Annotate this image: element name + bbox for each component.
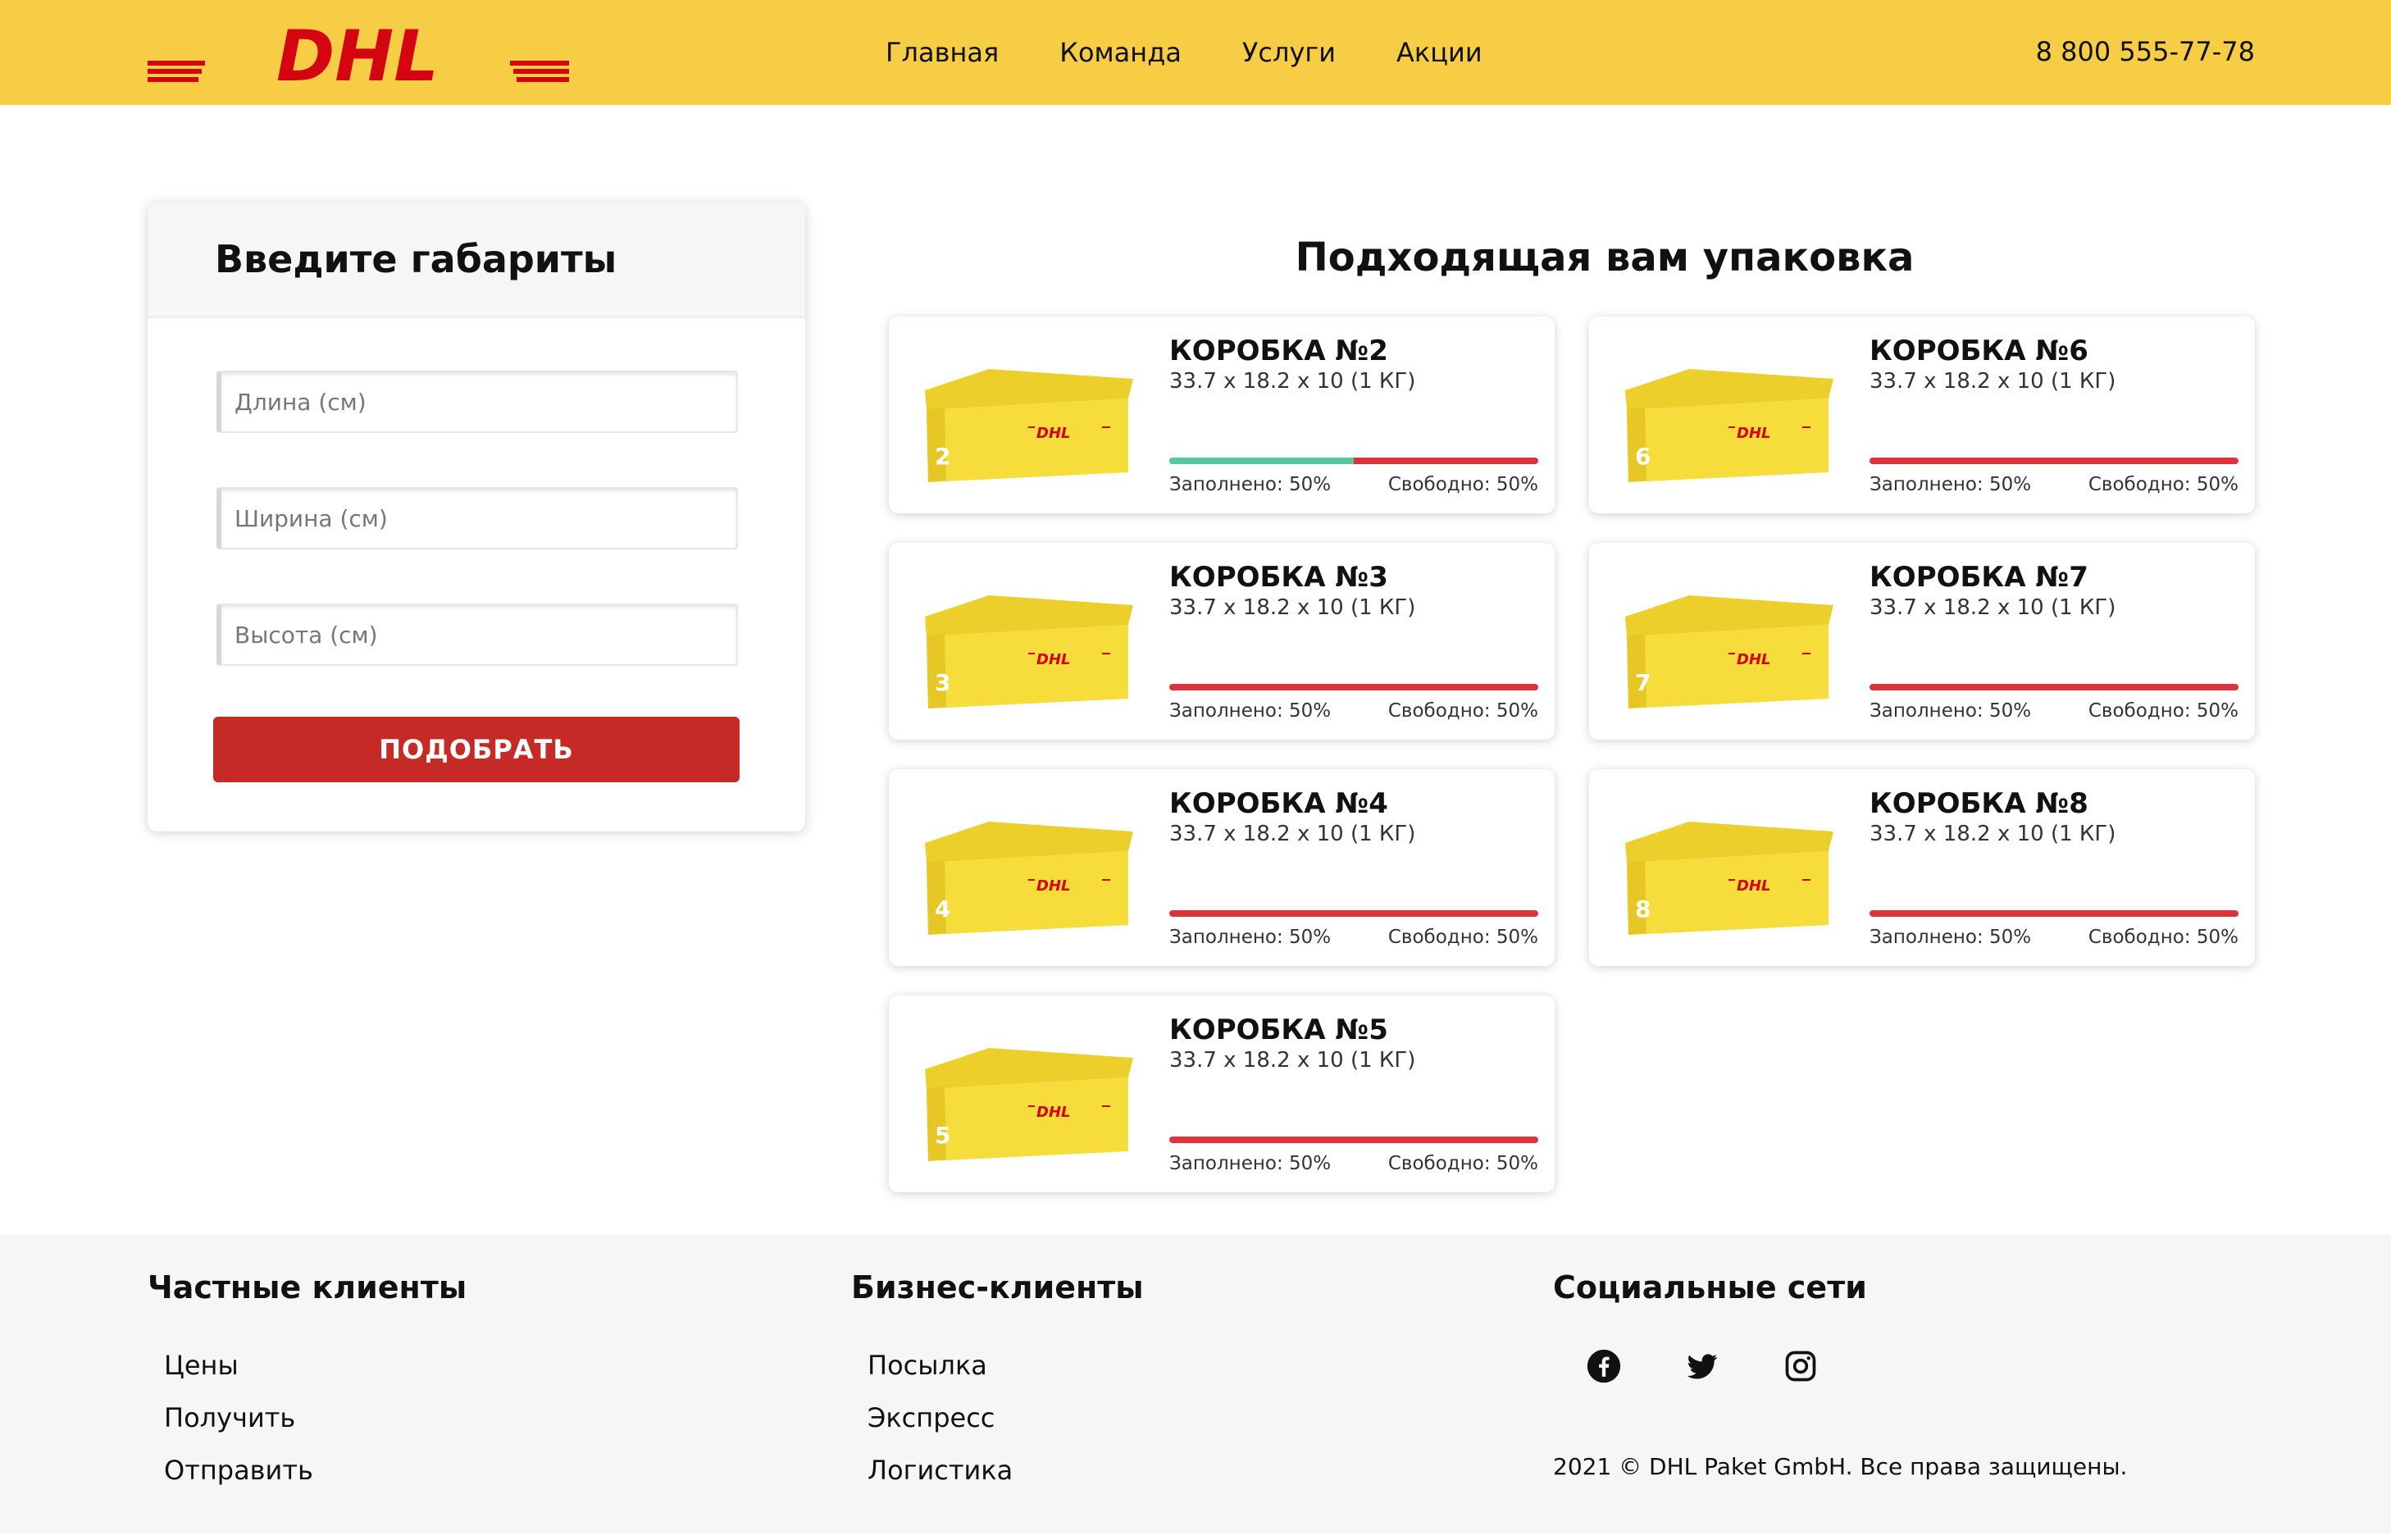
logo-text: DHL [276, 23, 439, 84]
width-input[interactable] [216, 487, 738, 549]
box-dimensions: 33.7 x 18.2 x 10 (1 КГ) [1870, 369, 2116, 394]
fill-progress-bar [1870, 910, 2238, 917]
instagram-icon[interactable] [1783, 1348, 1819, 1384]
phone-number[interactable]: 8 800 555-77-78 [2036, 36, 2255, 67]
filled-label: Заполнено: 50% [1870, 927, 2032, 948]
fill-progress-bar [1870, 458, 2238, 464]
nav-team[interactable]: Команда [1059, 37, 1182, 68]
nav-promotions[interactable]: Акции [1396, 37, 1482, 68]
facebook-icon[interactable] [1586, 1348, 1622, 1384]
submit-button[interactable]: ПОДОБРАТЬ [213, 717, 740, 782]
form-title: Введите габариты [215, 237, 617, 281]
box-card[interactable]: DHL 7 КОРОБКА №7 33.7 x 18.2 x 10 (1 КГ) Зап… [1589, 543, 2255, 740]
box-name: КОРОБКА №7 [1870, 561, 2088, 594]
box-image: DHL 6 [1625, 369, 1833, 482]
box-dimensions: 33.7 x 18.2 x 10 (1 КГ) [1870, 822, 2116, 846]
box-dimensions: 33.7 x 18.2 x 10 (1 КГ) [1169, 822, 1416, 846]
box-card[interactable]: DHL 2 КОРОБКА №2 33.7 x 18.2 x 10 (1 КГ) Зап… [889, 317, 1555, 513]
box-logo-text: DHL [1036, 425, 1070, 442]
site-footer: Частные клиенты Цены Получить Отправить … [0, 1235, 2391, 1533]
box-number-label: 6 [1635, 443, 1651, 470]
free-label: Свободно: 50% [2088, 927, 2238, 948]
box-number-label: 2 [935, 443, 950, 470]
nav-home[interactable]: Главная [886, 37, 999, 68]
box-card[interactable]: DHL 4 КОРОБКА №4 33.7 x 18.2 x 10 (1 КГ) Зап… [889, 769, 1555, 966]
free-label: Свободно: 50% [2088, 474, 2238, 495]
length-input[interactable] [216, 371, 738, 433]
box-image: DHL 3 [925, 595, 1133, 708]
box-card[interactable]: DHL 5 КОРОБКА №5 33.7 x 18.2 x 10 (1 КГ) Зап… [889, 996, 1555, 1192]
box-dimensions: 33.7 x 18.2 x 10 (1 КГ) [1870, 595, 2116, 620]
filled-label: Заполнено: 50% [1870, 474, 2032, 495]
box-name: КОРОБКА №4 [1169, 787, 1388, 820]
box-name: КОРОБКА №5 [1169, 1014, 1388, 1046]
box-image: DHL 4 [925, 822, 1133, 935]
dhl-logo[interactable]: DHL [148, 23, 569, 84]
free-label: Свободно: 50% [1387, 1153, 1538, 1174]
box-number-label: 5 [935, 1122, 950, 1149]
box-card[interactable]: DHL 3 КОРОБКА №3 33.7 x 18.2 x 10 (1 КГ) Зап… [889, 543, 1555, 740]
fill-progress-bar [1169, 458, 1538, 464]
twitter-icon[interactable] [1684, 1348, 1720, 1384]
footer-link-send[interactable]: Отправить [164, 1455, 313, 1486]
box-logo-text: DHL [1737, 651, 1770, 668]
filled-label: Заполнено: 50% [1169, 474, 1332, 495]
box-name: КОРОБКА №8 [1870, 787, 2088, 820]
box-logo-text: DHL [1036, 877, 1070, 895]
box-number-label: 3 [935, 669, 950, 696]
box-number-label: 7 [1635, 669, 1651, 696]
footer-business-title: Бизнес-клиенты [851, 1269, 1144, 1305]
free-label: Свободно: 50% [2088, 700, 2238, 722]
footer-social-title: Социальные сети [1553, 1269, 1867, 1305]
free-label: Свободно: 50% [1387, 700, 1538, 722]
free-label: Свободно: 50% [1387, 927, 1538, 948]
free-label: Свободно: 50% [1387, 474, 1538, 495]
filled-label: Заполнено: 50% [1169, 927, 1332, 948]
box-card[interactable]: DHL 6 КОРОБКА №6 33.7 x 18.2 x 10 (1 КГ) Зап… [1589, 317, 2255, 513]
height-input[interactable] [216, 604, 738, 666]
box-dimensions: 33.7 x 18.2 x 10 (1 КГ) [1169, 1048, 1416, 1073]
form-header: Введите габариты [148, 202, 805, 318]
box-logo-text: DHL [1036, 1104, 1070, 1121]
results-title: Подходящая вам упаковка [1295, 235, 1915, 280]
box-image: DHL 7 [1625, 595, 1833, 708]
box-name: КОРОБКА №3 [1169, 561, 1388, 594]
footer-link-logistics[interactable]: Логистика [868, 1455, 1013, 1486]
main-nav: Главная Команда Услуги Акции [886, 0, 1543, 105]
footer-private-title: Частные клиенты [148, 1269, 467, 1305]
fill-progress-filled [1169, 458, 1354, 464]
footer-link-prices[interactable]: Цены [164, 1350, 239, 1381]
box-number-label: 4 [935, 895, 950, 923]
box-image: DHL 5 [925, 1048, 1133, 1161]
box-dimensions: 33.7 x 18.2 x 10 (1 КГ) [1169, 369, 1416, 394]
site-header: DHL Главная Команда Услуги Акции 8 800 5… [0, 0, 2391, 105]
copyright: 2021 © DHL Paket GmbH. Все права защищен… [1553, 1453, 2128, 1480]
filled-label: Заполнено: 50% [1169, 700, 1332, 722]
fill-progress-bar [1870, 684, 2238, 690]
fill-progress-bar [1169, 1137, 1538, 1143]
box-number-label: 8 [1635, 895, 1651, 923]
footer-link-express[interactable]: Экспресс [868, 1402, 995, 1433]
nav-services[interactable]: Услуги [1242, 37, 1336, 68]
filled-label: Заполнено: 50% [1169, 1153, 1332, 1174]
box-name: КОРОБКА №2 [1169, 335, 1388, 367]
footer-link-parcel[interactable]: Посылка [868, 1350, 987, 1381]
box-logo-text: DHL [1036, 651, 1070, 668]
box-logo-text: DHL [1737, 877, 1770, 895]
fill-progress-bar [1169, 684, 1538, 690]
fill-progress-bar [1169, 910, 1538, 917]
box-image: DHL 2 [925, 369, 1133, 482]
box-name: КОРОБКА №6 [1870, 335, 2088, 367]
box-image: DHL 8 [1625, 822, 1833, 935]
box-dimensions: 33.7 x 18.2 x 10 (1 КГ) [1169, 595, 1416, 620]
box-logo-text: DHL [1737, 425, 1770, 442]
filled-label: Заполнено: 50% [1870, 700, 2032, 722]
box-card[interactable]: DHL 8 КОРОБКА №8 33.7 x 18.2 x 10 (1 КГ) Зап… [1589, 769, 2255, 966]
dimensions-form: Введите габариты ПОДОБРАТЬ [148, 202, 805, 832]
footer-link-receive[interactable]: Получить [164, 1402, 295, 1433]
